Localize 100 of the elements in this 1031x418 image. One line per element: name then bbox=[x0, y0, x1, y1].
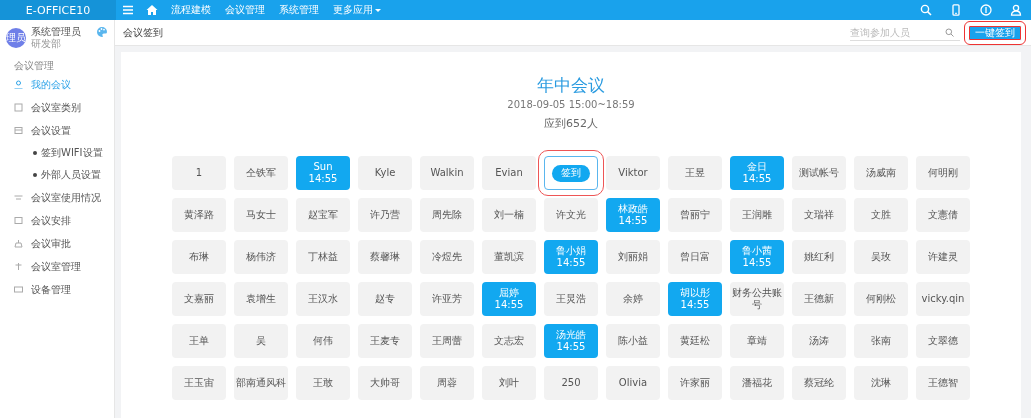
seat-cell[interactable]: 马女士 bbox=[234, 198, 288, 232]
seat-cell[interactable]: 王德新 bbox=[792, 282, 846, 316]
seat-cell[interactable]: 汤涛 bbox=[792, 324, 846, 358]
seat-cell[interactable]: 王炅浩 bbox=[544, 282, 598, 316]
seat-cell[interactable]: Evian bbox=[482, 156, 536, 190]
palette-icon[interactable] bbox=[96, 26, 108, 38]
seat-cell[interactable]: 许亚芳 bbox=[420, 282, 474, 316]
seat-cell[interactable]: Kyle bbox=[358, 156, 412, 190]
seat-cell[interactable]: 测试帐号 bbox=[792, 156, 846, 190]
seat-cell[interactable]: 250 bbox=[544, 366, 598, 400]
seat-cell[interactable]: 仝铁军 bbox=[234, 156, 288, 190]
seat-cell[interactable]: 何伟 bbox=[296, 324, 350, 358]
seat-cell[interactable]: 曾日富 bbox=[668, 240, 722, 274]
sidebar-item[interactable]: 会议安排 bbox=[0, 209, 114, 232]
menu-item-icon bbox=[14, 126, 23, 135]
sidebar-item[interactable]: 会议室使用情况 bbox=[0, 186, 114, 209]
seat-cell[interactable]: 许文光 bbox=[544, 198, 598, 232]
seat-cell[interactable]: 文憲倩 bbox=[916, 198, 970, 232]
menu-item-icon bbox=[14, 103, 23, 112]
seat-cell[interactable]: 王敢 bbox=[296, 366, 350, 400]
seat-cell[interactable]: 文志宏 bbox=[482, 324, 536, 358]
seat-cell[interactable]: 董凯滨 bbox=[482, 240, 536, 274]
seat-cell[interactable]: 财务公共账号 bbox=[730, 282, 784, 316]
seat-cell[interactable]: 文翠德 bbox=[916, 324, 970, 358]
menu-item-icon bbox=[14, 193, 23, 202]
seat-cell[interactable]: 黄廷松 bbox=[668, 324, 722, 358]
seat-cell[interactable]: 赵专 bbox=[358, 282, 412, 316]
seat-cell[interactable]: 余婷 bbox=[606, 282, 660, 316]
seat-cell[interactable]: 文瑞祥 bbox=[792, 198, 846, 232]
seat-cell[interactable]: 章靖 bbox=[730, 324, 784, 358]
section-label: 会议管理 bbox=[13, 59, 55, 73]
seat-cell[interactable]: 周先除 bbox=[420, 198, 474, 232]
seat-cell[interactable]: 曾丽宁 bbox=[668, 198, 722, 232]
menu-item-icon bbox=[14, 216, 23, 225]
menu-item-icon bbox=[14, 80, 23, 89]
seat-cell[interactable]: 许家丽 bbox=[668, 366, 722, 400]
home-icon[interactable] bbox=[146, 4, 158, 16]
sidebar-item[interactable]: 设备管理 bbox=[0, 278, 114, 301]
seat-cell[interactable]: 吴玫 bbox=[854, 240, 908, 274]
sidebar-item[interactable]: 会议室类别 bbox=[0, 96, 114, 119]
search-field[interactable]: 查询参加人员 bbox=[850, 24, 960, 41]
seat-cell[interactable]: 许乃营 bbox=[358, 198, 412, 232]
seat-cell[interactable]: 刘一楠 bbox=[482, 198, 536, 232]
seat-cell[interactable]: 汤威南 bbox=[854, 156, 908, 190]
seat-cell[interactable]: 陈小益 bbox=[606, 324, 660, 358]
seat-cell[interactable]: 王润雕 bbox=[730, 198, 784, 232]
seat-cell[interactable]: 大帅哥 bbox=[358, 366, 412, 400]
seat-cell[interactable]: 周蓉 bbox=[420, 366, 474, 400]
seat-cell[interactable]: 何刚松 bbox=[854, 282, 908, 316]
seat-cell[interactable]: 张南 bbox=[854, 324, 908, 358]
seat-cell[interactable]: 王德智 bbox=[916, 366, 970, 400]
user-name: 系统管理员 bbox=[31, 26, 82, 38]
seat-cell[interactable]: 杨伟济 bbox=[234, 240, 288, 274]
seat-cell[interactable]: 王单 bbox=[172, 324, 226, 358]
seat-cell[interactable]: 吴 bbox=[234, 324, 288, 358]
seat-cell[interactable]: 潘福花 bbox=[730, 366, 784, 400]
seat-cell[interactable]: 王麦专 bbox=[358, 324, 412, 358]
sidebar-item[interactable]: 会议审批 bbox=[0, 232, 114, 255]
search-icon[interactable] bbox=[920, 4, 932, 16]
user-icon[interactable] bbox=[1010, 4, 1022, 16]
seat-cell[interactable]: 蔡馨琳 bbox=[358, 240, 412, 274]
seat-cell[interactable]: 赵宝军 bbox=[296, 198, 350, 232]
menu-icon[interactable] bbox=[122, 4, 134, 16]
menu-item-icon bbox=[14, 262, 23, 271]
seat-cell[interactable]: 刘丽娟 bbox=[606, 240, 660, 274]
seat-cell[interactable]: 文胜 bbox=[854, 198, 908, 232]
sidebar-item[interactable]: 会议室管理 bbox=[0, 255, 114, 278]
menu-item-icon bbox=[14, 239, 23, 248]
seat-cell[interactable]: 丁林益 bbox=[296, 240, 350, 274]
seat-cell[interactable]: 王汉水 bbox=[296, 282, 350, 316]
sidebar-subitem[interactable]: 签到WIFI设置 bbox=[0, 142, 114, 164]
caret-icon bbox=[375, 7, 381, 13]
user-department: 研发部 bbox=[31, 38, 62, 49]
seat-cell[interactable]: 刘叶 bbox=[482, 366, 536, 400]
seat-cell[interactable]: 姚红利 bbox=[792, 240, 846, 274]
seat-cell[interactable]: vicky.qin bbox=[916, 282, 970, 316]
seat-cell[interactable]: 布琳 bbox=[172, 240, 226, 274]
seat-cell[interactable]: 冷煜先 bbox=[420, 240, 474, 274]
seat-cell[interactable]: 王周蕾 bbox=[420, 324, 474, 358]
info-icon[interactable] bbox=[980, 4, 992, 16]
meeting-time: 2018-09-05 15:00~18:59 bbox=[507, 99, 635, 110]
seat-cell[interactable]: 王昱 bbox=[668, 156, 722, 190]
phone-icon[interactable] bbox=[950, 4, 962, 16]
seat-cell[interactable]: Olivia bbox=[606, 366, 660, 400]
seat-cell[interactable]: 王玉宙 bbox=[172, 366, 226, 400]
seat-cell[interactable]: 何明刚 bbox=[916, 156, 970, 190]
menu-item-icon bbox=[14, 285, 23, 294]
seat-cell[interactable]: 袁增生 bbox=[234, 282, 288, 316]
seat-cell[interactable]: Viktor bbox=[606, 156, 660, 190]
seat-cell[interactable]: Walkin bbox=[420, 156, 474, 190]
sidebar-subitem[interactable]: 外部人员设置 bbox=[0, 164, 114, 186]
seat-cell[interactable]: 蔡冠纶 bbox=[792, 366, 846, 400]
breadcrumb: 会议签到 bbox=[123, 25, 163, 40]
seat-cell[interactable]: 黄泽路 bbox=[172, 198, 226, 232]
seat-cell[interactable]: 文嘉丽 bbox=[172, 282, 226, 316]
seat-cell[interactable]: 部南通风科 bbox=[234, 366, 288, 400]
seat-cell[interactable]: 沈琳 bbox=[854, 366, 908, 400]
seat-cell[interactable]: 1 bbox=[172, 156, 226, 190]
seat-cell[interactable]: 许建灵 bbox=[916, 240, 970, 274]
sidebar-item[interactable]: 会议设置 bbox=[0, 119, 114, 142]
